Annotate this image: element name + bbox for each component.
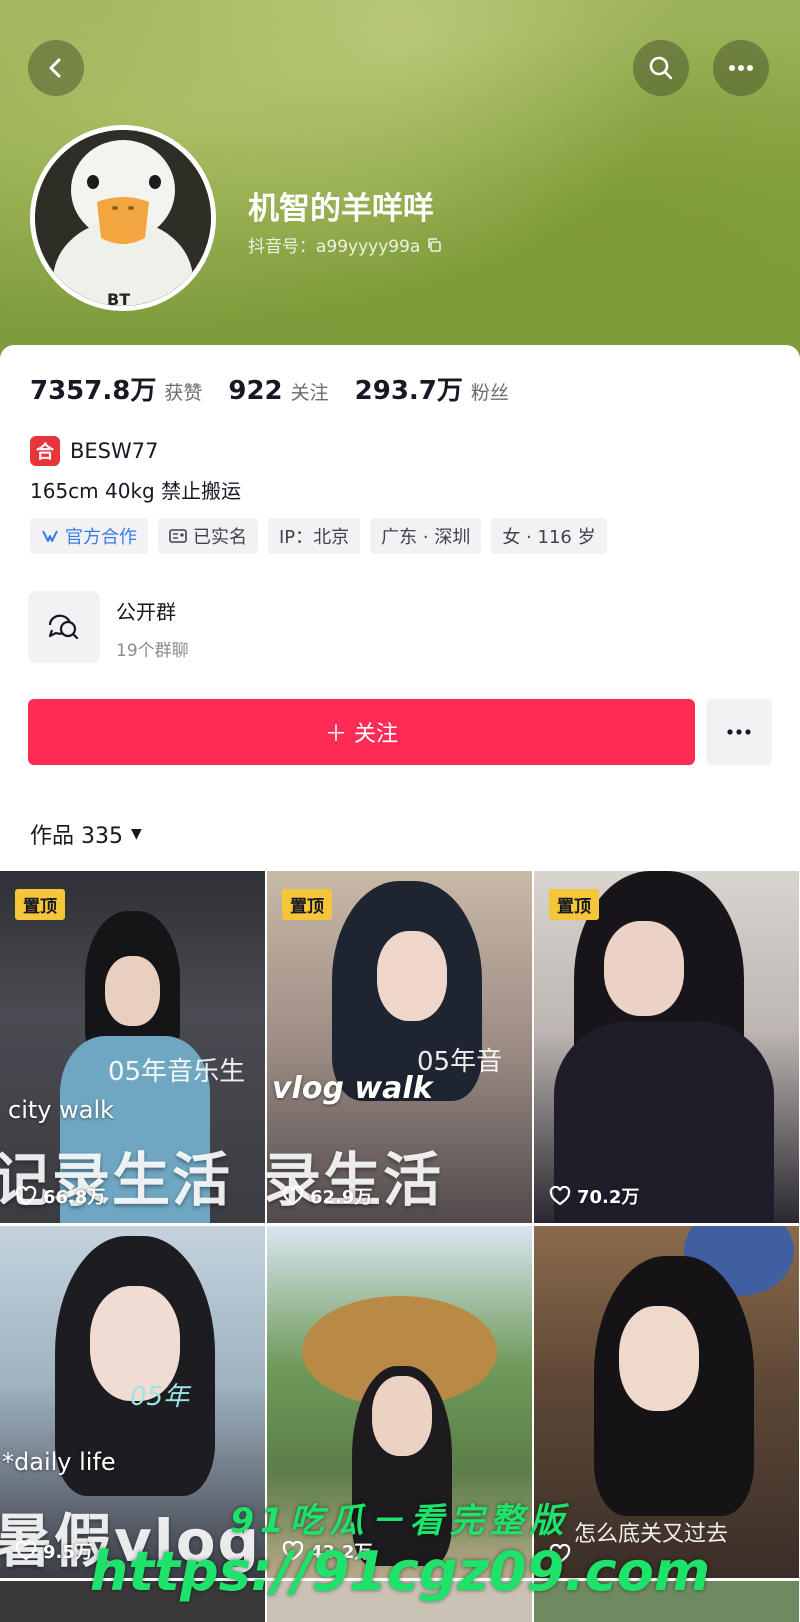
pinned-badge: 置顶 [549, 889, 599, 920]
video-overlay-caption: 05年音乐生 [108, 1057, 246, 1087]
caret-down-icon: ▼ [131, 826, 142, 842]
stat-likes[interactable]: 7357.8万 获赞 [30, 370, 202, 407]
stat-value: 922 [228, 376, 283, 406]
pinned-badge: 置顶 [15, 889, 65, 920]
tag-label: 女 · 116 岁 [502, 527, 596, 548]
tag-location: 广东 · 深圳 [370, 518, 482, 554]
tag-label: 已实名 [193, 527, 247, 548]
likes-count: 62.9万 [282, 1183, 372, 1209]
stat-label: 关注 [290, 382, 329, 404]
handshake-icon [42, 530, 58, 542]
group-subtitle: 19个群聊 [116, 641, 189, 661]
more-dots-icon [727, 729, 751, 735]
likes-value: 62.9万 [310, 1187, 373, 1208]
avatar[interactable]: BT [30, 125, 216, 311]
stats-row: 7357.8万 获赞 922 关注 293.7万 粉丝 [30, 370, 509, 407]
brand-row[interactable]: 合 BESW77 [30, 436, 159, 466]
watermark-line-2: https://91cgz09.com [89, 1540, 711, 1603]
duck-avatar-image [35, 130, 211, 306]
heart-icon [282, 1186, 304, 1206]
video-tile[interactable]: 置顶 70.2万 [534, 871, 799, 1223]
likes-count: 70.2万 [549, 1183, 639, 1209]
video-overlay-subtitle: *daily life [2, 1448, 116, 1476]
search-button[interactable] [633, 40, 689, 96]
video-thumbnail-face [604, 921, 684, 1016]
stat-value: 7357.8万 [30, 376, 157, 406]
likes-value: 70.2万 [577, 1187, 640, 1208]
stat-label: 获赞 [164, 382, 203, 404]
heart-icon [549, 1186, 571, 1206]
chat-bubbles-icon [48, 614, 79, 640]
tag-gender-age: 女 · 116 岁 [491, 518, 607, 554]
likes-value: 66.8万 [43, 1187, 106, 1208]
stat-label: 粉丝 [470, 382, 509, 404]
likes-count: 66.8万 [15, 1183, 105, 1209]
search-icon [649, 56, 673, 80]
douyin-id[interactable]: 抖音号：a99yyyy99a [248, 232, 442, 257]
more-options-button[interactable] [713, 40, 769, 96]
tag-label: IP：北京 [279, 527, 350, 548]
copy-icon[interactable] [426, 237, 442, 253]
video-overlay-subtitle: city walk [8, 1096, 115, 1124]
more-dots-icon [729, 65, 753, 71]
back-button[interactable] [28, 40, 84, 96]
video-overlay-subtitle: vlog walk [272, 1071, 433, 1106]
video-thumbnail-face [377, 931, 447, 1021]
tag-label: 官方合作 [65, 527, 137, 548]
tag-label: 广东 · 深圳 [381, 527, 471, 548]
tag-verified[interactable]: 已实名 [158, 518, 258, 554]
video-tile[interactable]: 置顶 05年音乐生 city walk 记录生活 66.8万 [0, 871, 265, 1223]
nickname: 机智的羊咩咩 [248, 191, 434, 227]
brand-text: BESW77 [70, 439, 159, 463]
pinned-badge: 置顶 [282, 889, 332, 920]
group-title[interactable]: 公开群 [116, 596, 176, 625]
douyin-id-text: 抖音号：a99yyyy99a [248, 237, 421, 257]
video-thumbnail-face [372, 1376, 432, 1456]
chevron-left-icon [49, 58, 61, 78]
more-actions-button[interactable] [706, 699, 772, 765]
tag-official-cooperation[interactable]: 官方合作 [30, 518, 148, 554]
works-label: 作品 335 [30, 824, 123, 849]
cooperation-badge-icon: 合 [30, 436, 60, 466]
video-thumbnail-face [105, 956, 160, 1026]
video-overlay-caption: 05年 [130, 1382, 190, 1412]
id-card-icon [169, 529, 187, 543]
group-chat-button[interactable] [28, 591, 100, 663]
watermark-line-1: 91吃瓜－看完整版 [230, 1501, 570, 1541]
stat-value: 293.7万 [354, 376, 463, 406]
follow-button[interactable]: ＋ 关注 [28, 699, 695, 765]
profile-tags: 官方合作 已实名 IP：北京 广东 · 深圳 女 · 116 岁 [30, 518, 607, 554]
heart-icon [15, 1186, 37, 1206]
video-tile[interactable]: 置顶 05年音 vlog walk 录生活 62.9万 [267, 871, 532, 1223]
works-tab[interactable]: 作品 335 ▼ [30, 818, 142, 850]
tag-ip: IP：北京 [268, 518, 361, 554]
avatar-tag-text: BT [107, 290, 131, 309]
video-thumbnail-face [619, 1306, 699, 1411]
bio-text: 165cm 40kg 禁止搬运 [30, 479, 242, 503]
stat-followers[interactable]: 293.7万 粉丝 [355, 370, 509, 407]
stat-following[interactable]: 922 关注 [228, 376, 328, 406]
